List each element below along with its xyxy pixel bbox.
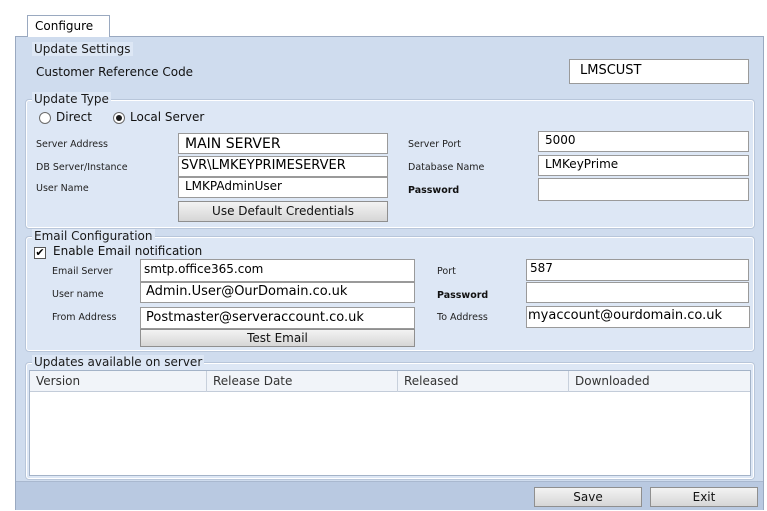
tab-configure[interactable]: Configure: [27, 15, 110, 37]
email-port-label: Port: [437, 266, 456, 277]
use-default-credentials-button[interactable]: Use Default Credentials: [178, 201, 388, 222]
db-server-input[interactable]: SVR\LMKEYPRIMESERVER: [178, 156, 388, 177]
database-name-input[interactable]: LMKeyPrime: [538, 155, 749, 176]
save-button[interactable]: Save: [534, 487, 642, 507]
test-email-button[interactable]: Test Email: [140, 329, 415, 347]
bottom-button-bar: Save Exit: [16, 481, 763, 510]
column-header-version[interactable]: Version: [30, 371, 207, 392]
server-port-label: Server Port: [408, 139, 462, 150]
email-configuration-title: Email Configuration: [32, 229, 155, 243]
user-name-input[interactable]: LMKPAdminUser: [178, 177, 388, 198]
configure-panel: Update Settings Customer Reference Code …: [15, 36, 764, 510]
enable-email-checkbox[interactable]: ✔: [34, 247, 46, 259]
exit-button[interactable]: Exit: [650, 487, 758, 507]
db-server-label: DB Server/Instance: [36, 162, 128, 173]
updates-table: Version Release Date Released Downloaded: [29, 370, 751, 476]
email-server-input[interactable]: smtp.office365.com: [140, 259, 415, 282]
email-password-label: Password: [437, 290, 489, 301]
direct-radio-label: Direct: [56, 110, 92, 124]
user-name-label: User Name: [36, 183, 89, 194]
column-header-released[interactable]: Released: [398, 371, 569, 392]
direct-radio[interactable]: [39, 112, 51, 124]
from-address-input[interactable]: Postmaster@serveraccount.co.uk: [140, 307, 415, 329]
password-label: Password: [408, 185, 460, 196]
updates-table-header: Version Release Date Released Downloaded: [30, 371, 750, 392]
column-header-downloaded[interactable]: Downloaded: [569, 371, 750, 392]
server-port-input[interactable]: 5000: [538, 131, 749, 152]
update-type-title: Update Type: [32, 92, 111, 106]
customer-reference-input[interactable]: LMSCUST: [569, 59, 749, 84]
enable-email-label: Enable Email notification: [53, 244, 203, 258]
update-settings-title: Update Settings: [32, 42, 133, 56]
local-server-radio-label: Local Server: [130, 110, 205, 124]
local-server-radio[interactable]: [113, 112, 125, 124]
email-server-label: Email Server: [52, 266, 113, 277]
email-password-input[interactable]: [526, 282, 749, 303]
database-name-label: Database Name: [408, 162, 485, 173]
to-address-input[interactable]: myaccount@ourdomain.co.uk: [526, 306, 750, 328]
customer-reference-label: Customer Reference Code: [36, 65, 194, 79]
server-address-input[interactable]: MAIN SERVER: [178, 133, 388, 154]
email-port-input[interactable]: 587: [526, 259, 749, 281]
column-header-release-date[interactable]: Release Date: [207, 371, 398, 392]
from-address-label: From Address: [52, 312, 117, 323]
email-user-name-label: User name: [52, 289, 104, 300]
password-input[interactable]: [538, 178, 749, 201]
updates-available-title: Updates available on server: [32, 355, 205, 369]
to-address-label: To Address: [437, 312, 488, 323]
email-user-name-input[interactable]: Admin.User@OurDomain.co.uk: [140, 282, 415, 303]
server-address-label: Server Address: [36, 139, 109, 150]
